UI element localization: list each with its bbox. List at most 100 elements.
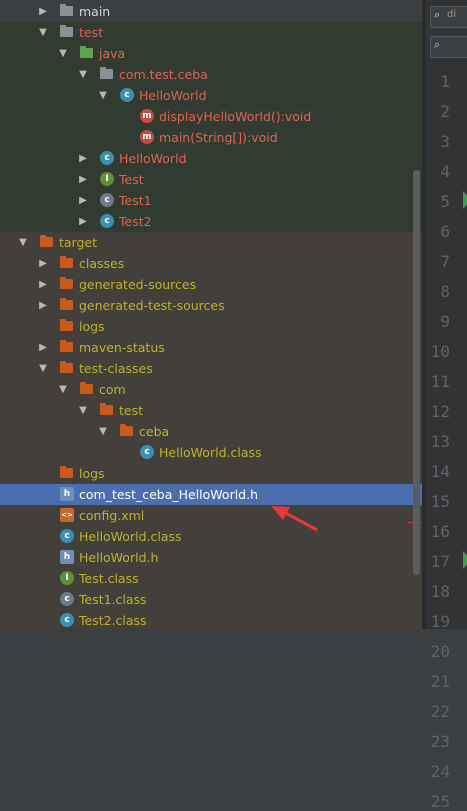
collapse-arrow-icon[interactable]: ▼ — [57, 43, 69, 64]
run-gutter-icon[interactable] — [463, 191, 467, 209]
folder-icon — [120, 424, 133, 436]
expand-arrow-icon[interactable]: ▶ — [37, 274, 49, 295]
tree-row[interactable]: ▶ maven-status — [0, 337, 422, 358]
expand-arrow-icon[interactable]: ▶ — [77, 190, 89, 211]
collapse-arrow-icon[interactable]: ▼ — [77, 64, 89, 85]
tree-row-label: logs — [79, 319, 105, 334]
line-number: 6 — [440, 222, 450, 241]
line-number: 25 — [430, 792, 450, 811]
line-number: 1 — [440, 72, 450, 91]
filter-icon: ⌕ — [434, 38, 441, 51]
collapse-arrow-icon[interactable]: ▼ — [77, 400, 89, 421]
line-number: 16 — [430, 522, 450, 541]
class-icon: c — [100, 214, 114, 228]
tree-row[interactable]: ▼ target — [0, 232, 422, 253]
folder-icon — [60, 4, 73, 16]
tree-row[interactable]: m displayHelloWorld():void — [0, 106, 422, 127]
tree-row[interactable]: h HelloWorld.h — [0, 547, 422, 568]
tree-row[interactable]: ▶ c HelloWorld — [0, 148, 422, 169]
line-number: 19 — [430, 612, 450, 631]
tree-row[interactable]: ▼ java — [0, 43, 422, 64]
tree-row[interactable]: ▼ com — [0, 379, 422, 400]
project-tree: ▶ main ▼ test ▼ java ▼ com.test.ceba ▼ c HelloWorl… — [0, 0, 422, 629]
folder-icon — [60, 340, 73, 352]
line-number: 2 — [440, 102, 450, 121]
tree-row[interactable]: ▼ ceba — [0, 421, 422, 442]
collapse-arrow-icon[interactable]: ▼ — [97, 421, 109, 442]
run-gutter-icon[interactable] — [463, 551, 467, 569]
line-number: 12 — [430, 402, 450, 421]
tree-row-label: Test1 — [119, 193, 152, 208]
method-icon: m — [140, 130, 154, 144]
expand-arrow-icon[interactable]: ▶ — [77, 211, 89, 232]
tree-row-label: test-classes — [79, 361, 153, 376]
tree-row[interactable]: ▼ test-classes — [0, 358, 422, 379]
folder-icon — [60, 466, 73, 478]
expand-arrow-icon[interactable]: ▶ — [37, 253, 49, 274]
tree-row[interactable]: c Test1.class — [0, 589, 422, 610]
line-number: 18 — [430, 582, 450, 601]
class-file-icon: c — [140, 445, 154, 459]
expand-arrow-icon[interactable]: ▶ — [77, 148, 89, 169]
tree-row-label: maven-status — [79, 340, 165, 355]
tree-row[interactable]: ▶ generated-sources — [0, 274, 422, 295]
tree-row[interactable]: ▶ classes — [0, 253, 422, 274]
tree-row[interactable]: <> config.xml — [0, 505, 422, 526]
tree-row-label: displayHelloWorld():void — [159, 109, 312, 124]
package-icon — [100, 67, 113, 79]
tree-scrollbar[interactable] — [413, 170, 420, 575]
expand-arrow-icon[interactable]: ▶ — [77, 169, 89, 190]
folder-icon — [60, 256, 73, 268]
tree-row[interactable]: m main(String[]):void — [0, 127, 422, 148]
expand-arrow-icon[interactable]: ▶ — [37, 295, 49, 316]
line-number: 5 — [440, 192, 450, 211]
collapse-arrow-icon[interactable]: ▼ — [17, 232, 29, 253]
toolbar-text: di — [447, 9, 457, 20]
tree-row[interactable]: ▼ com.test.ceba — [0, 64, 422, 85]
line-number: 4 — [440, 162, 450, 181]
tree-row[interactable]: ▼ test — [0, 22, 422, 43]
tree-row[interactable]: ▼ c HelloWorld — [0, 85, 422, 106]
tree-row[interactable]: c Test2.class — [0, 610, 422, 629]
xml-file-icon: <> — [60, 508, 74, 522]
tree-row-label: HelloWorld.class — [159, 445, 262, 460]
line-number: 14 — [430, 462, 450, 481]
folder-icon — [60, 25, 73, 37]
tree-row[interactable]: ▶ I Test — [0, 169, 422, 190]
collapse-arrow-icon[interactable]: ▼ — [97, 85, 109, 106]
tree-row[interactable]: ▼ test — [0, 400, 422, 421]
editor-toolbar-filter[interactable]: ⌕ — [430, 36, 467, 58]
tree-row[interactable]: I Test.class — [0, 568, 422, 589]
tree-row[interactable]: logs — [0, 463, 422, 484]
collapse-arrow-icon[interactable]: ▼ — [37, 358, 49, 379]
tree-row[interactable]: c HelloWorld.class — [0, 442, 422, 463]
tree-row[interactable]: ▶ c Test1 — [0, 190, 422, 211]
tree-row-label: target — [59, 235, 98, 250]
expand-arrow-icon[interactable]: ▶ — [37, 1, 49, 22]
line-number: 8 — [440, 282, 450, 301]
line-number: 24 — [430, 762, 450, 781]
tree-row[interactable]: c HelloWorld.class — [0, 526, 422, 547]
tree-row-label: main(String[]):void — [159, 130, 278, 145]
tree-row[interactable]: h com_test_ceba_HelloWorld.h — [0, 484, 422, 505]
editor-toolbar-search[interactable]: ⌕ di — [430, 6, 467, 28]
collapse-arrow-icon[interactable]: ▼ — [37, 22, 49, 43]
search-icon: ⌕ — [434, 8, 441, 21]
tree-row[interactable]: ▶ c Test2 — [0, 211, 422, 232]
expand-arrow-icon[interactable]: ▶ — [37, 337, 49, 358]
collapse-arrow-icon[interactable]: ▼ — [57, 379, 69, 400]
method-icon: m — [140, 109, 154, 123]
line-number-gutter: 1 2 3 4 5 6 7 8 9 10 11 12 13 14 15 16 17 18 19 20 21 22 23 24 2… — [426, 0, 467, 811]
folder-icon — [100, 403, 113, 415]
tree-row[interactable]: ▶ main — [0, 1, 422, 22]
tree-row[interactable]: ▶ generated-test-sources — [0, 295, 422, 316]
interface-icon: I — [100, 172, 114, 186]
tree-row-label: Test.class — [79, 571, 139, 586]
tree-row-label: com.test.ceba — [119, 67, 208, 82]
tree-row[interactable]: logs — [0, 316, 422, 337]
class-icon: c — [120, 88, 134, 102]
folder-icon — [60, 319, 73, 331]
tree-row-label: com — [99, 382, 126, 397]
line-number: 10 — [430, 342, 450, 361]
line-number: 22 — [430, 702, 450, 721]
